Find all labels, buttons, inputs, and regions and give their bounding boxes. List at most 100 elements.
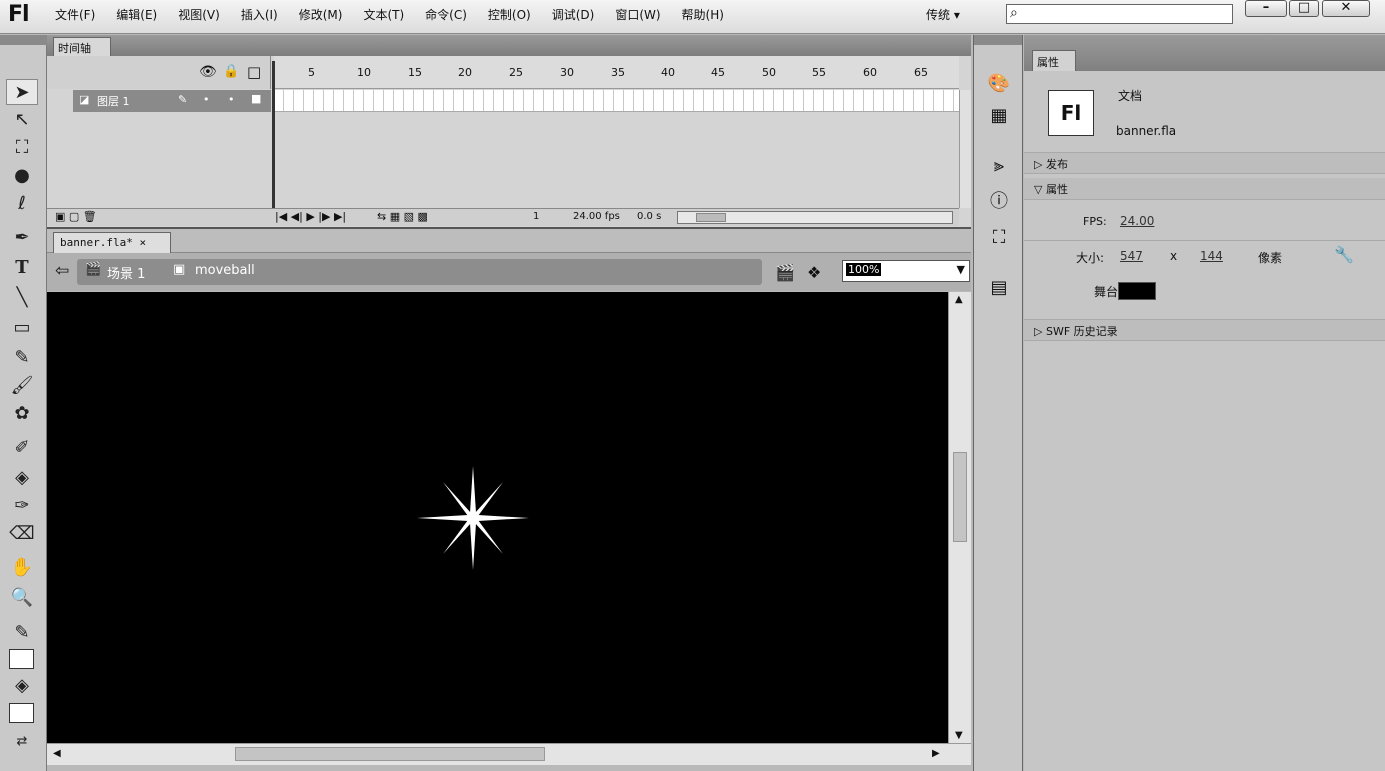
line-tool-icon[interactable]: ╲	[6, 285, 38, 311]
selection-tool-icon[interactable]: ➤	[6, 79, 38, 105]
library-icon[interactable]: ▤	[984, 275, 1014, 301]
edit-scene-icon[interactable]: 🎬	[775, 263, 795, 282]
align-icon[interactable]: ⫸	[984, 153, 1014, 179]
layer-row[interactable]: ◪ 图层 1 ✎ • • ■	[73, 90, 271, 112]
deco-tool-icon[interactable]: ✿	[6, 401, 38, 427]
menu-help[interactable]: 帮助(H)	[682, 6, 724, 23]
new-layer-icon[interactable]: ▣ ▢ 🗑	[55, 210, 97, 223]
menu-view[interactable]: 视图(V)	[178, 6, 220, 23]
section-publish[interactable]: ▷ 发布	[1024, 152, 1385, 174]
3d-rotation-icon[interactable]: ●	[6, 163, 38, 189]
lock-dot-icon[interactable]: •	[228, 93, 235, 106]
menu-window[interactable]: 窗口(W)	[615, 6, 660, 23]
menu-commands[interactable]: 命令(C)	[425, 6, 467, 23]
properties-panel: 属性 Fl 文档 banner.fla ▷ 发布 ▽ 属性 FPS: 24.00…	[1024, 35, 1385, 771]
frame-track[interactable]	[274, 90, 959, 112]
pencil-tool-icon[interactable]: ✎	[6, 345, 38, 371]
scroll-down-icon[interactable]: ▼	[955, 730, 963, 741]
fill-swatch[interactable]	[9, 703, 34, 723]
height-value[interactable]: 144	[1200, 249, 1223, 263]
menu-text[interactable]: 文本(T)	[363, 6, 404, 23]
workspace-switcher[interactable]: 传统 ▾	[926, 6, 960, 23]
brush-tool-icon[interactable]: 🖌	[6, 373, 38, 399]
text-tool-icon[interactable]: T	[6, 255, 38, 281]
eraser-tool-icon[interactable]: ⌫	[6, 521, 38, 547]
vscroll-thumb[interactable]	[953, 452, 967, 542]
scroll-right-icon[interactable]: ▶	[932, 748, 940, 759]
menu-list: 文件(F) 编辑(E) 视图(V) 插入(I) 修改(M) 文本(T) 命令(C…	[55, 6, 745, 23]
transform-icon[interactable]: ⛶	[984, 225, 1014, 251]
chevron-down-icon: ▼	[956, 263, 965, 276]
symbol-link[interactable]: moveball	[195, 263, 255, 278]
restore-button[interactable]: □	[1289, 0, 1319, 17]
tools-header	[0, 35, 47, 45]
swatches-icon[interactable]: ▦	[984, 103, 1014, 129]
paint-bucket-icon[interactable]: ◈	[6, 465, 38, 491]
properties-tab-bar: 属性	[1024, 35, 1385, 71]
menu-edit[interactable]: 编辑(E)	[116, 6, 157, 23]
eyedropper-icon[interactable]: ✑	[6, 493, 38, 519]
free-transform-icon[interactable]: ⛶	[6, 135, 38, 161]
stroke-color-icon[interactable]: ✎	[6, 620, 38, 646]
close-button[interactable]: ✕	[1322, 0, 1370, 17]
layer-name[interactable]: 图层 1	[97, 93, 130, 109]
playhead[interactable]	[272, 61, 275, 211]
menu-file[interactable]: 文件(F)	[55, 6, 95, 23]
scene-link[interactable]: 场景 1	[107, 263, 145, 282]
stage[interactable]	[47, 292, 948, 743]
menu-modify[interactable]: 修改(M)	[299, 6, 343, 23]
back-arrow-icon[interactable]: ⇦	[55, 261, 69, 281]
lasso-tool-icon[interactable]: ℓ	[6, 191, 38, 217]
search-input[interactable]: ⌕	[1006, 4, 1233, 24]
fill-color-icon[interactable]: ◈	[6, 673, 38, 699]
zoom-select[interactable]: 100% ▼	[842, 260, 970, 282]
width-value[interactable]: 547	[1120, 249, 1143, 263]
scroll-up-icon[interactable]: ▲	[955, 294, 963, 305]
timeline-hscroll[interactable]	[677, 211, 953, 224]
section-swf-history[interactable]: ▷ SWF 历史记录	[1024, 319, 1385, 341]
section-properties[interactable]: ▽ 属性	[1024, 178, 1385, 200]
color-panel-icon[interactable]: 🎨	[984, 71, 1014, 97]
frame-ruler[interactable]: 5 10 15 20 25 30 35 40 45 50 55 60 65	[274, 56, 959, 89]
menu-control[interactable]: 控制(O)	[488, 6, 531, 23]
pen-tool-icon[interactable]: ✒	[6, 225, 38, 251]
menu-debug[interactable]: 调试(D)	[552, 6, 595, 23]
outline-square-icon[interactable]: ■	[251, 92, 261, 105]
minimize-button[interactable]: –	[1245, 0, 1287, 17]
tab-properties[interactable]: 属性	[1032, 50, 1076, 71]
menu-insert[interactable]: 插入(I)	[241, 6, 278, 23]
ruler-number: 30	[560, 66, 574, 79]
subselection-tool-icon[interactable]: ↖	[6, 107, 38, 133]
visibility-dot-icon[interactable]: •	[203, 93, 210, 106]
rectangle-tool-icon[interactable]: ▭	[6, 315, 38, 341]
app-logo: Fl	[8, 2, 30, 27]
strip-header	[974, 35, 1022, 45]
hand-tool-icon[interactable]: ✋	[6, 555, 38, 581]
info-icon[interactable]: ⓘ	[984, 189, 1014, 215]
stage-hscroll[interactable]: ◀ ▶	[47, 743, 971, 765]
bone-tool-icon[interactable]: ✐	[6, 435, 38, 461]
scroll-thumb[interactable]	[696, 213, 726, 222]
edit-symbol-icon[interactable]: ❖	[807, 263, 821, 282]
outline-icon[interactable]: □	[247, 63, 261, 81]
zoom-tool-icon[interactable]: 🔍	[6, 585, 38, 611]
scroll-left-icon[interactable]: ◀	[53, 748, 61, 759]
document-tab-bar: banner.fla* ×	[47, 229, 971, 253]
hscroll-thumb[interactable]	[235, 747, 545, 761]
star-sparkle-graphic[interactable]	[417, 464, 529, 572]
lock-icon[interactable]: 🔒	[223, 64, 239, 79]
ruler-number: 45	[711, 66, 725, 79]
stage-vscroll[interactable]: ▲ ▼	[948, 292, 971, 743]
stage-color-swatch[interactable]	[1118, 282, 1156, 300]
tab-document[interactable]: banner.fla* ×	[53, 232, 171, 253]
timeline-vscroll[interactable]	[959, 90, 971, 208]
playback-controls-icon[interactable]: |◀ ◀| ▶ |▶ ▶|	[275, 210, 346, 223]
tab-timeline[interactable]: 时间轴	[53, 37, 111, 56]
onion-skin-icon[interactable]: ⇆ ▦ ▧ ▩	[377, 210, 428, 223]
eye-icon[interactable]: 👁	[199, 64, 217, 80]
fps-value[interactable]: 24.00	[1120, 214, 1154, 228]
wrench-icon[interactable]: 🔧	[1334, 245, 1354, 264]
fps-label: FPS:	[1083, 215, 1107, 228]
stroke-swatch[interactable]	[9, 649, 34, 669]
swap-colors-icon[interactable]: ⇄	[6, 729, 38, 755]
